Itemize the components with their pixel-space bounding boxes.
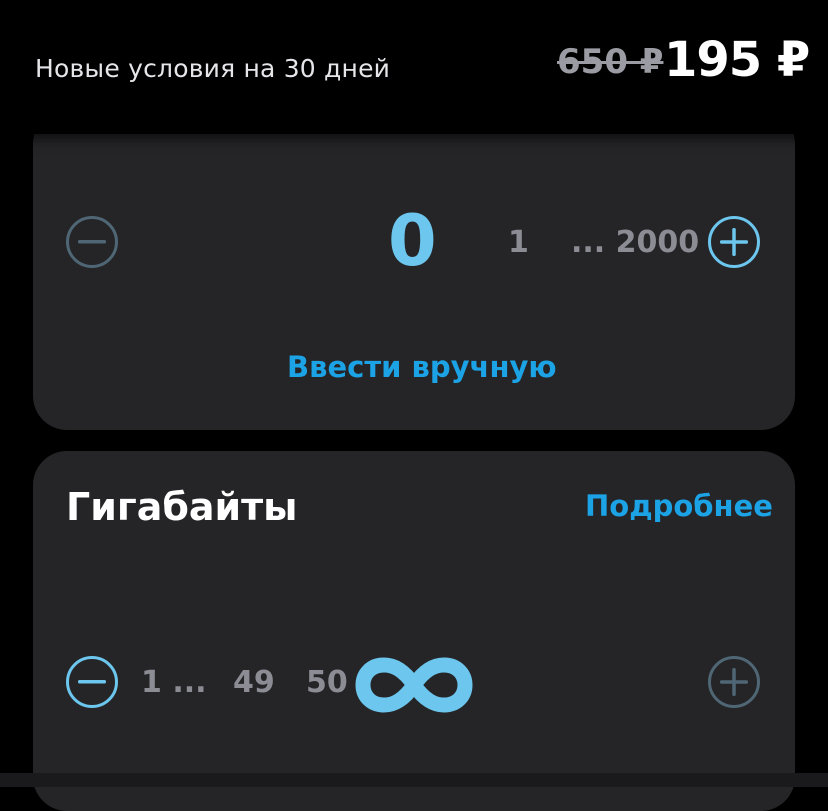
plus-icon: [720, 668, 748, 696]
minutes-max-value[interactable]: ... 2000: [571, 225, 699, 260]
offer-title: Новые условия на 30 дней: [35, 54, 391, 83]
gigabytes-increase-button[interactable]: [708, 656, 760, 708]
new-price: 195 ₽: [664, 32, 810, 88]
gigabytes-title: Гигабайты: [66, 485, 298, 529]
plus-icon: [720, 228, 748, 256]
bottom-bar: [0, 773, 828, 787]
gigabytes-option-1[interactable]: 1 ...: [141, 665, 207, 700]
gigabytes-option-50[interactable]: 50: [306, 665, 348, 700]
minutes-current-value: 0: [388, 200, 437, 282]
minus-icon: [78, 680, 106, 684]
infinity-icon[interactable]: [355, 657, 473, 713]
manual-entry-link[interactable]: Ввести вручную: [287, 350, 557, 384]
gigabytes-decrease-button[interactable]: [66, 656, 118, 708]
details-link[interactable]: Подробнее: [585, 489, 773, 523]
minutes-increase-button[interactable]: [708, 216, 760, 268]
minutes-decrease-button[interactable]: [66, 216, 118, 268]
minus-icon: [78, 240, 106, 244]
old-price: 650 ₽: [557, 42, 664, 82]
tariff-header: Новые условия на 30 дней 650 ₽ 195 ₽: [0, 0, 828, 134]
minutes-next-value[interactable]: 1: [508, 225, 529, 260]
gigabytes-option-49[interactable]: 49: [233, 665, 275, 700]
